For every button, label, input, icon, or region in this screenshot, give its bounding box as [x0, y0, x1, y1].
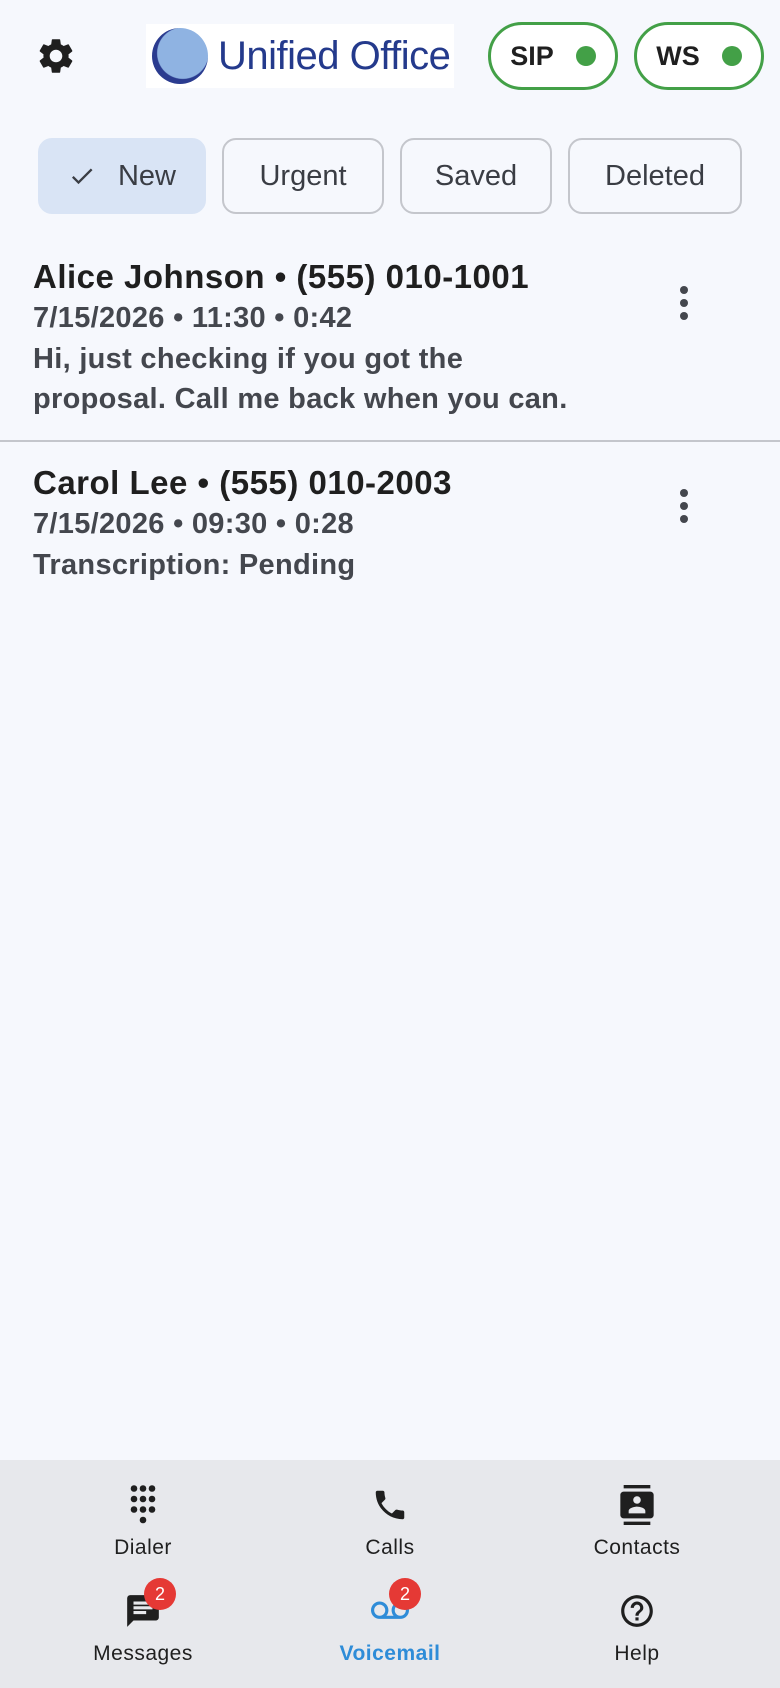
message-icon: 2	[124, 1578, 176, 1636]
app-header: Unified Office SIP WS	[0, 0, 780, 120]
filter-chip-new[interactable]: New	[38, 138, 206, 214]
voicemail-content: Alice Johnson • (555) 010-1001 7/15/2026…	[33, 258, 593, 419]
nav-calls[interactable]: Calls	[290, 1480, 490, 1580]
voicemail-list-item[interactable]: Alice Johnson • (555) 010-1001 7/15/2026…	[0, 258, 780, 440]
nav-dialer[interactable]: Dialer	[43, 1480, 243, 1580]
voicemail-transcription: Transcription: Pending	[33, 549, 356, 581]
gear-icon	[39, 39, 73, 73]
more-vert-dot	[680, 312, 688, 320]
unread-badge: 2	[144, 1578, 176, 1610]
unified-office-logo: Unified Office	[146, 24, 454, 88]
voicemail-meta: 7/15/2026 • 11:30 • 0:42	[33, 302, 353, 334]
more-vert-icon	[680, 286, 688, 294]
more-vert-dot	[680, 502, 688, 510]
filter-chip-label: New	[117, 159, 176, 192]
filter-chip-saved[interactable]: Saved	[400, 138, 552, 214]
voicemail-content: Carol Lee • (555) 010-2003 7/15/2026 • 0…	[33, 464, 593, 585]
logo-text: Unified Office	[218, 33, 451, 78]
voicemail-list-item[interactable]: Carol Lee • (555) 010-2003 7/15/2026 • 0…	[0, 464, 780, 594]
check-icon	[68, 162, 96, 190]
nav-help[interactable]: Help	[537, 1586, 737, 1686]
filter-chip-deleted[interactable]: Deleted	[568, 138, 742, 214]
nav-label: Help	[614, 1642, 660, 1665]
more-options-button[interactable]	[664, 273, 704, 333]
help-icon	[618, 1586, 656, 1636]
nav-label: Messages	[93, 1642, 193, 1665]
voicemail-transcription: Hi, just checking if you got the proposa…	[33, 343, 568, 415]
sip-status-label: SIP	[510, 40, 554, 71]
ws-status-label: WS	[656, 40, 700, 71]
logo-circle-icon	[152, 28, 208, 84]
nav-messages[interactable]: 2 Messages	[43, 1578, 243, 1686]
voicemail-meta: 7/15/2026 • 09:30 • 0:28	[33, 508, 354, 540]
filter-chip-urgent[interactable]: Urgent	[222, 138, 384, 214]
bottom-navigation: Dialer Calls Contacts 2 Messages 2 Voice…	[0, 1460, 780, 1688]
nav-label: Dialer	[114, 1536, 172, 1559]
voicemail-icon: 2	[369, 1578, 421, 1636]
more-vert-dot	[680, 299, 688, 307]
voicemail-caller: Carol Lee • (555) 010-2003	[33, 464, 452, 501]
nav-label: Contacts	[593, 1536, 681, 1559]
nav-label: Voicemail	[339, 1642, 441, 1665]
filter-chip-label: Deleted	[605, 159, 705, 192]
phone-icon	[371, 1480, 409, 1530]
voicemail-caller: Alice Johnson • (555) 010-1001	[33, 258, 530, 295]
sip-status-pill[interactable]: SIP	[488, 22, 618, 90]
contacts-icon	[617, 1480, 657, 1530]
ws-status-pill[interactable]: WS	[634, 22, 764, 90]
nav-contacts[interactable]: Contacts	[537, 1480, 737, 1580]
sip-status-dot-icon	[575, 46, 596, 66]
dialpad-icon	[125, 1480, 161, 1530]
unread-badge: 2	[389, 1578, 421, 1610]
nav-voicemail[interactable]: 2 Voicemail	[290, 1578, 490, 1686]
more-vert-dot	[680, 515, 688, 523]
settings-button[interactable]	[30, 30, 82, 82]
filter-chip-label: Urgent	[259, 159, 347, 192]
more-options-button[interactable]	[664, 476, 704, 536]
more-vert-icon	[680, 489, 688, 497]
ws-status-dot-icon	[721, 46, 742, 66]
nav-label: Calls	[365, 1536, 415, 1559]
list-divider	[0, 440, 780, 442]
filter-chip-label: Saved	[434, 159, 518, 192]
